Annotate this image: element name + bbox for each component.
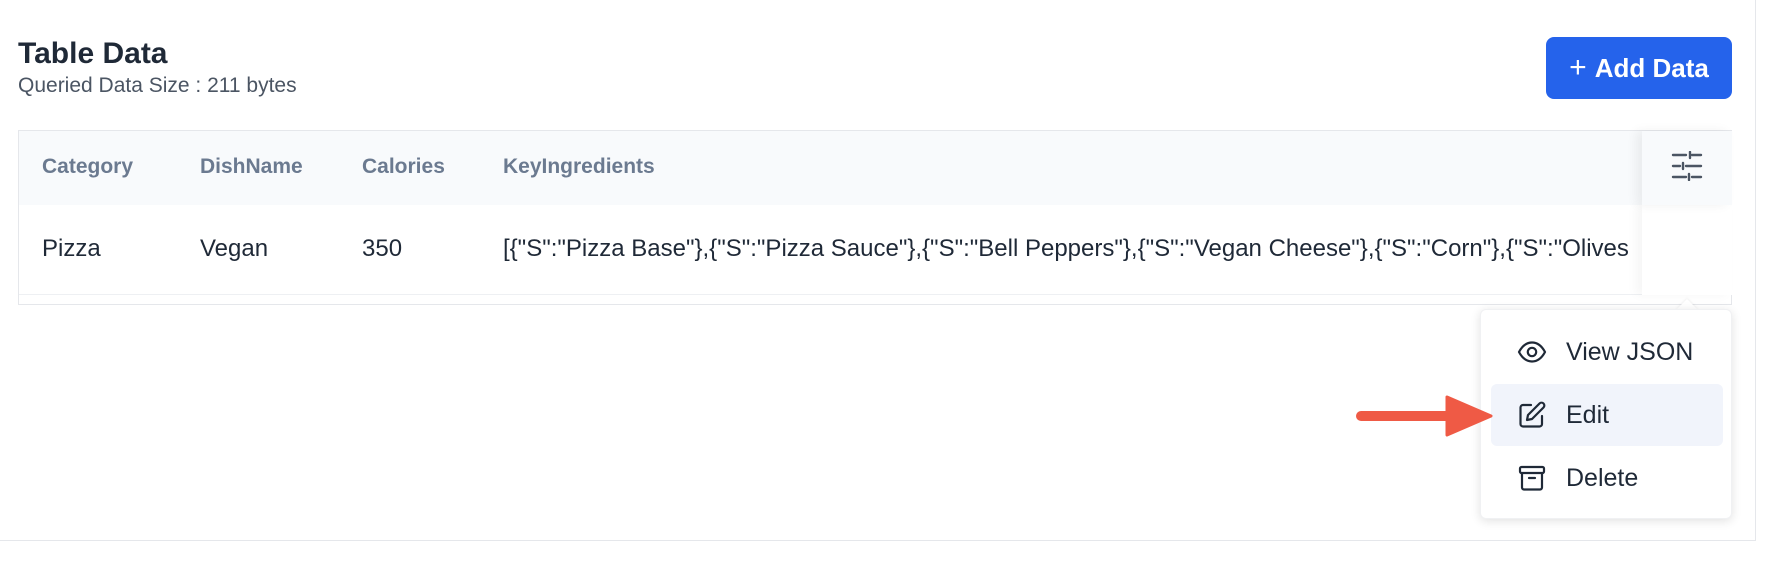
menu-item-view-json[interactable]: View JSON	[1491, 321, 1723, 383]
panel-bottom-border	[0, 540, 1756, 541]
page: Table Data Queried Data Size : 211 bytes…	[0, 0, 1776, 562]
pointer-arrow-annotation	[1355, 393, 1495, 444]
table-row[interactable]: Pizza Vegan 350 [{"S":"Pizza Base"},{"S"…	[19, 205, 1731, 295]
edit-icon	[1516, 399, 1548, 431]
add-data-button[interactable]: + Add Data	[1546, 37, 1732, 99]
column-settings-button[interactable]	[1642, 131, 1732, 205]
column-settings-icon	[1671, 150, 1703, 186]
column-header-category[interactable]: Category	[42, 153, 133, 181]
column-header-calories[interactable]: Calories	[362, 153, 445, 181]
column-header-keyingredients[interactable]: KeyIngredients	[503, 153, 655, 181]
row-actions-cell	[1642, 205, 1732, 295]
plus-icon: +	[1569, 51, 1587, 84]
page-title: Table Data	[18, 37, 168, 70]
cell-category: Pizza	[42, 235, 101, 262]
cell-calories: 350	[362, 235, 403, 262]
cell-keyingredients: [{"S":"Pizza Base"},{"S":"Pizza Sauce"},…	[503, 235, 1629, 262]
table-header: Category DishName Calories KeyIngredient…	[19, 131, 1731, 205]
data-size-label: Queried Data Size : 211 bytes	[18, 74, 297, 97]
archive-icon	[1516, 462, 1548, 494]
data-table: Category DishName Calories KeyIngredient…	[18, 130, 1732, 305]
menu-item-label: Delete	[1566, 463, 1639, 492]
cell-dishname: Vegan	[200, 235, 269, 262]
row-action-menu: View JSON Edit Delete	[1480, 309, 1732, 519]
column-header-dishname[interactable]: DishName	[200, 153, 303, 181]
panel-right-border	[1755, 0, 1756, 540]
menu-item-edit[interactable]: Edit	[1491, 384, 1723, 446]
add-data-label: Add Data	[1594, 52, 1709, 83]
menu-item-label: View JSON	[1566, 337, 1694, 366]
menu-item-delete[interactable]: Delete	[1491, 447, 1723, 509]
eye-icon	[1516, 336, 1548, 368]
menu-item-label: Edit	[1566, 400, 1610, 429]
